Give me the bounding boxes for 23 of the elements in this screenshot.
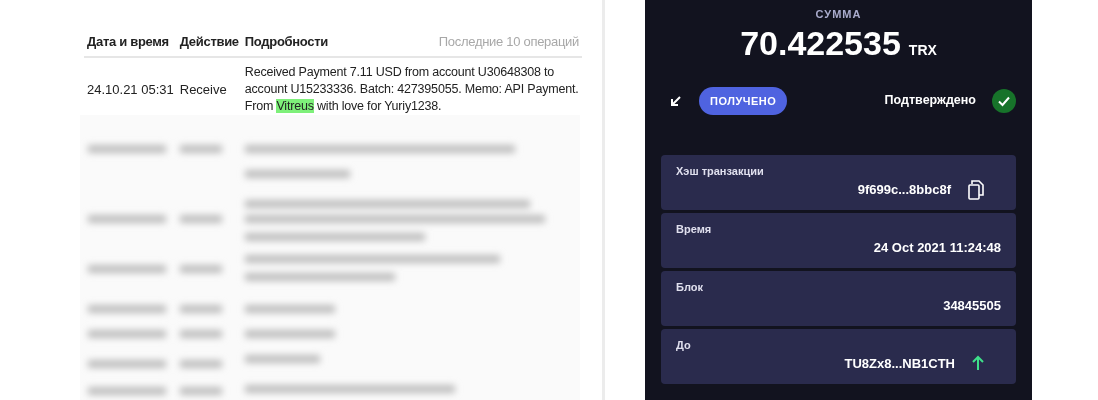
status-badge[interactable]: ПОЛУЧЕНО bbox=[699, 86, 788, 115]
table-caption: Последние 10 операций bbox=[370, 32, 582, 57]
amount-label: СУММА bbox=[814, 7, 863, 22]
field-label: До bbox=[676, 338, 692, 353]
table-cell: 24.10.21 05:31 bbox=[84, 56, 177, 121]
status-text: Подтверждено bbox=[884, 92, 976, 110]
column-header[interactable]: Дата и время bbox=[84, 32, 177, 57]
amount-value: 70.422535 bbox=[740, 22, 901, 63]
field-value: 9f699c...8bbc8f bbox=[857, 180, 951, 199]
field-label: Блок bbox=[676, 280, 704, 295]
field-label: Время bbox=[676, 222, 713, 237]
table-cell: Receive bbox=[176, 56, 242, 121]
field-label: Хэш транзакции bbox=[676, 164, 765, 179]
column-header[interactable]: Подробности bbox=[241, 32, 371, 57]
field-value: TU8Zx8...NB1CTH bbox=[844, 354, 955, 373]
currency-label: TRX bbox=[908, 40, 937, 60]
table-cell: Received Payment 7.11 USD from account U30648308 to account U15233336. Batch: 427395055. Memo: API Payment. From Vitreus with love for Yuriy1238. bbox=[241, 56, 582, 121]
copy-icon[interactable] bbox=[967, 179, 985, 200]
arrow-icon bbox=[669, 93, 683, 108]
column-header[interactable]: Действие bbox=[176, 32, 242, 57]
arrow-up-icon[interactable] bbox=[971, 355, 985, 372]
field-value: 34845505 bbox=[943, 296, 1001, 315]
field-value: 24 Oct 2021 11:24:48 bbox=[873, 238, 1001, 257]
